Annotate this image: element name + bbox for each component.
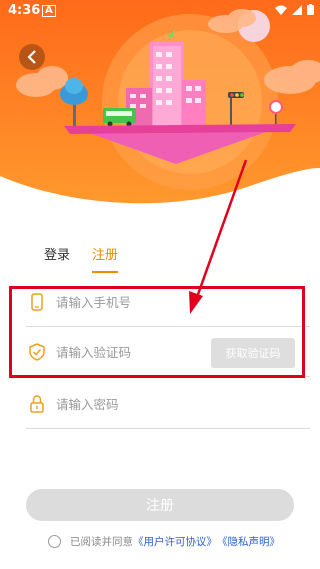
- wifi-icon: [275, 5, 287, 15]
- tab-login[interactable]: 登录: [44, 244, 70, 273]
- chevron-left-icon: [27, 50, 36, 64]
- password-row: [26, 380, 310, 429]
- lock-icon: [28, 394, 46, 414]
- status-bar: 4:36 A: [0, 0, 320, 22]
- register-button[interactable]: 注册: [26, 489, 294, 521]
- auth-tabs: 登录 注册: [44, 244, 119, 273]
- highlight-box: [9, 286, 305, 378]
- tab-register[interactable]: 注册: [92, 244, 119, 273]
- battery-icon: [307, 4, 314, 15]
- signal-icon: [292, 4, 302, 15]
- city-illustration: [0, 0, 320, 210]
- privacy-link[interactable]: 《隐私声明》: [217, 534, 280, 549]
- hero-banner: [0, 0, 320, 210]
- terms-link[interactable]: 《用户许可协议》: [133, 534, 217, 549]
- password-input[interactable]: [54, 395, 208, 413]
- agreement-line: 已阅读并同意 《用户许可协议》 《隐私声明》: [48, 534, 280, 549]
- agree-radio[interactable]: [48, 535, 61, 548]
- app-notification-icon: A: [42, 5, 56, 17]
- status-time: 4:36: [8, 3, 41, 18]
- back-button[interactable]: [19, 44, 45, 70]
- agreement-prefix: 已阅读并同意: [70, 536, 133, 548]
